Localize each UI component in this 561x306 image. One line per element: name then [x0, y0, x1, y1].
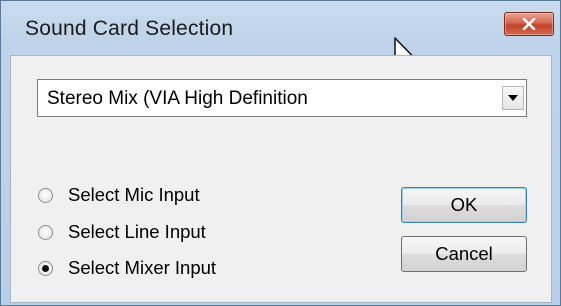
dialog-window: Sound Card Selection Stereo Mix (VIA Hig… — [0, 0, 561, 306]
radio-mixer-input-circle[interactable] — [38, 260, 53, 276]
window-title: Sound Card Selection — [25, 17, 234, 40]
sound-card-dropdown[interactable]: Stereo Mix (VIA High Definition — [37, 79, 527, 117]
close-button[interactable] — [504, 12, 554, 36]
sound-card-dropdown-value: Stereo Mix (VIA High Definition — [47, 88, 308, 109]
radio-line-input[interactable]: Select Line Input — [38, 220, 206, 244]
dropdown-arrow-icon — [508, 95, 518, 101]
radio-mixer-input-label: Select Mixer Input — [68, 257, 217, 278]
radio-line-input-label: Select Line Input — [68, 221, 206, 242]
close-x-icon — [522, 18, 536, 30]
radio-line-input-circle[interactable] — [38, 224, 53, 240]
cancel-button[interactable]: Cancel — [401, 236, 527, 272]
title-bar[interactable]: Sound Card Selection — [1, 1, 560, 55]
ok-button[interactable]: OK — [401, 187, 527, 223]
radio-mic-input-label: Select Mic Input — [68, 184, 200, 205]
radio-mic-input-circle[interactable] — [38, 187, 53, 203]
dropdown-arrow-button[interactable] — [502, 86, 524, 110]
radio-mixer-input[interactable]: Select Mixer Input — [38, 256, 216, 280]
dialog-client-area: Stereo Mix (VIA High Definition Select M… — [10, 55, 552, 303]
radio-mic-input[interactable]: Select Mic Input — [38, 183, 200, 207]
